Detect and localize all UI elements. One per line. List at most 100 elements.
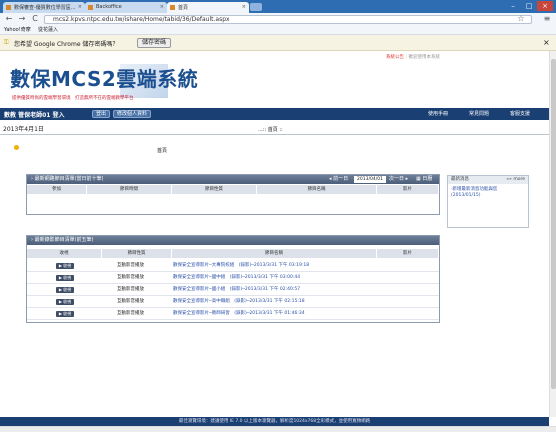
row-divider [27,319,439,320]
tab-3-label: 首頁 [178,5,189,11]
tab-1[interactable]: 數保審查-優質數位學習區... × [3,2,85,13]
maximize-icon[interactable]: □ [521,1,537,11]
scrollbar-thumb[interactable] [551,59,556,389]
bookmark-yahoo[interactable]: Yahoo!奇摩 [4,26,31,35]
program-name-link[interactable]: 數保安全宣導影片─國小組 (錄影)─2013/3/31 下午 02:40:57 [173,284,300,295]
watch-button[interactable]: ▶ 收視 [56,311,74,317]
divider [0,134,549,135]
date-field[interactable]: 2013/04/01 [354,176,386,183]
nav-support[interactable]: 客服支援 [510,110,530,117]
col-type: 節目性質 [172,185,257,194]
user-label: 數教 管保老師01 登入 [4,112,65,119]
watch-button[interactable]: ▶ 收視 [56,287,74,293]
address-bar[interactable]: mcs2.kpvs.ntpc.edu.tw/ishare/Home/tabid/… [44,15,532,24]
site-navbar: 數教 管保老師01 登入 登出 修改個人資料 使用手冊 常見問題 客服支援 [0,108,549,120]
tab-close-icon[interactable]: × [160,4,164,10]
save-password-infobar: ⚿ 您希望 Google Chrome 儲存密碼嗎？ 儲存密碼 × [0,35,556,51]
nav-faq[interactable]: 常見問題 [469,110,489,117]
tab-close-icon[interactable]: × [78,4,82,10]
news-more-link[interactable]: »» more [506,176,525,184]
col-name: 節目名稱 [257,185,377,194]
calendar-label: 日曆 [422,176,433,182]
col-video: 影片 [377,185,439,194]
home-label: 首頁 [157,148,168,154]
edit-profile-button[interactable]: 修改個人資料 [113,110,152,118]
infobar-text: 您希望 Google Chrome 儲存密碼嗎？ [14,41,119,48]
welcome-text: ｜歡迎使用本系統 [404,55,440,60]
site-title: 數保MCS2雲端系統 [10,67,199,91]
announcement-link[interactable]: 系統公告 [386,55,404,60]
prev-day-button[interactable]: ◂ 前一日 [329,175,348,184]
new-tab-button[interactable] [250,3,262,11]
bookmarks-bar: Yahoo!奇摩 從花蓮入 [0,26,556,35]
col-time: 節目時間 [87,185,172,194]
reload-icon[interactable]: C [30,14,40,24]
back-icon[interactable]: ← [4,14,14,24]
table-row: ▶ 收視 互動影音播放 數保安全宣導影片─高中職組 (錄影)─2013/3/31 下… [27,296,439,308]
key-icon: ⚿ [4,39,9,46]
next-day-button[interactable]: 次一日 ▸ [389,175,408,184]
panel-title: › 最新網路節目清單(當日前十筆) [31,176,104,182]
close-window-icon[interactable]: × [537,1,553,11]
logout-button[interactable]: 登出 [92,110,111,118]
tab-1-label: 數保審查-優質數位學習區... [14,5,76,11]
col-watch: 收視 [27,249,102,258]
bookmark-star-icon[interactable]: ☆ [516,14,526,24]
page-content [0,51,549,417]
nav-manual[interactable]: 使用手冊 [428,110,448,117]
recorded-programs-panel: › 最新錄影節目清單(前五筆) 收視 節目性質 節目名稱 影片 ▶ 收視 互動影音… [26,235,440,323]
bookmark-hualien[interactable]: 從花蓮入 [38,26,58,35]
table-row: ▶ 收視 互動影音播放 數保安全宣導影片─大專院校組 (錄影)─2013/3/31 … [27,260,439,272]
tab-2-label: Backoffice [96,4,122,10]
col-video: 影片 [377,249,439,258]
watch-button[interactable]: ▶ 收視 [56,263,74,269]
watch-button[interactable]: ▶ 收視 [56,275,74,281]
panel-header: › 最新錄影節目清單(前五筆) [27,236,439,245]
horizontal-scrollbar[interactable] [0,426,556,432]
favicon-icon [88,5,93,10]
watch-button[interactable]: ▶ 收視 [56,299,74,305]
save-password-button[interactable]: 儲存密碼 [137,38,172,48]
news-box: 最新消息 »» more ‧新增最新消息功能與您(2013/01/15) [447,175,529,228]
col-type: 節目性質 [102,249,172,258]
program-name-link[interactable]: 數保安全宣導影片─國中組 (錄影)─2013/3/31 下午 03:00:44 [173,272,300,283]
table-row: ▶ 收視 互動影音播放 數保安全宣導影片─教師研習 (錄影)─2013/3/31 下… [27,308,439,320]
news-item[interactable]: ‧新增最新消息功能與您(2013/01/15) [451,187,511,199]
forward-icon[interactable]: → [17,14,27,24]
program-name-link[interactable]: 數保安全宣導影片─教師研習 (錄影)─2013/3/31 下午 01:46:34 [173,308,305,319]
calendar-icon: ▦ [416,176,421,182]
program-type: 互動影音播放 [117,263,144,268]
tab-2[interactable]: Backoffice × [85,2,167,13]
menu-icon[interactable]: ≡ [542,14,552,24]
program-type: 互動影音播放 [117,311,144,316]
table-row: ▶ 收視 互動影音播放 數保安全宣導影片─國小組 (錄影)─2013/3/31 下午… [27,284,439,296]
footer: 最佳瀏覽環境：建議使用 IE 7.0 以上版本瀏覽器，解析度1024x768全彩… [0,417,549,426]
panel-title: › 最新錄影節目清單(前五筆) [31,237,94,243]
favicon-icon [170,5,175,10]
panel-header: › 最新網路節目清單(當日前十筆) ◂ 前一日 2013/04/01 次一日 ▸… [27,175,439,184]
breadcrumb: ...:: 首頁 :: [258,127,283,133]
program-type: 互動影音播放 [117,287,144,292]
infobar-close-icon[interactable]: × [543,38,550,47]
address-text: mcs2.kpvs.ntpc.edu.tw/ishare/Home/tabid/… [53,16,230,23]
vertical-scrollbar[interactable] [549,51,556,417]
tab-strip: 數保審查-優質數位學習區... × Backoffice × 首頁 × – □ … [0,0,556,13]
program-type: 互動影音播放 [117,275,144,280]
module-icon [14,145,19,150]
favicon-icon [6,5,11,10]
minimize-icon[interactable]: – [505,1,521,11]
news-header: 最新消息 »» more [448,176,528,184]
site-subtitle: 提供優質時尚的雲端學習環境 打造無所不在的雲端教學平台 [12,96,134,101]
program-name-link[interactable]: 數保安全宣導影片─高中職組 (錄影)─2013/3/31 下午 02:15:18 [173,296,305,307]
top-links: 系統公告｜歡迎使用本系統 [386,54,440,60]
tab-close-icon[interactable]: × [242,4,246,10]
news-title: 最新消息 [451,177,469,182]
col-join: 參加 [27,185,87,194]
tab-3[interactable]: 首頁 × [167,2,249,13]
program-type: 互動影音播放 [117,299,144,304]
program-name-link[interactable]: 數保安全宣導影片─大專院校組 (錄影)─2013/3/31 下午 03:19:1… [173,260,309,271]
calendar-button[interactable]: ▦ 日曆 [416,175,432,184]
current-date: 2013年4月1日 [3,126,44,133]
table-row: ▶ 收視 互動影音播放 數保安全宣導影片─國中組 (錄影)─2013/3/31 下午… [27,272,439,284]
live-programs-panel: › 最新網路節目清單(當日前十筆) ◂ 前一日 2013/04/01 次一日 ▸… [26,174,440,215]
